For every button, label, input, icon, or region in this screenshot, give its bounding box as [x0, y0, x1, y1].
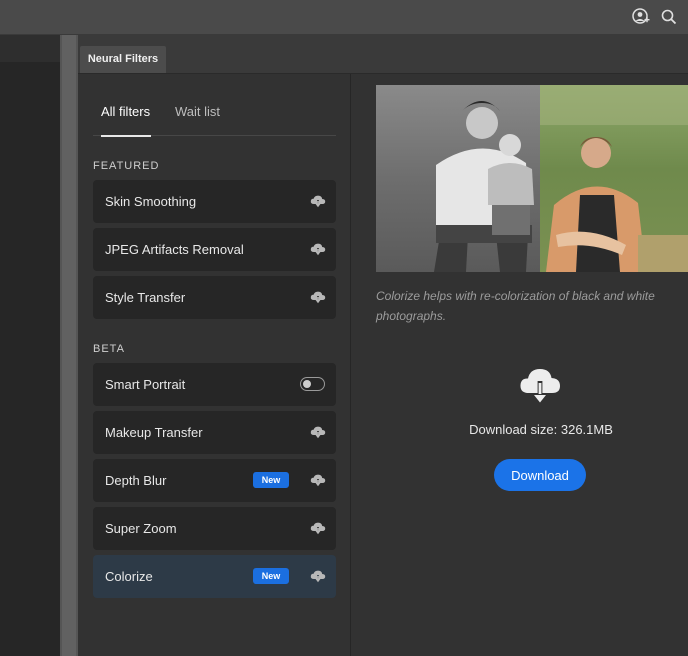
cloud-download-icon[interactable] [310, 570, 326, 583]
filter-description: Colorize helps with re-colorization of b… [376, 289, 655, 323]
filter-item-label: Smart Portrait [105, 377, 186, 392]
cloud-download-icon[interactable] [310, 426, 326, 439]
cloud-download-icon[interactable] [310, 291, 326, 304]
filter-item-label: Makeup Transfer [105, 425, 203, 440]
new-badge: New [253, 568, 289, 584]
filter-item-smart-portrait[interactable]: Smart Portrait [93, 363, 336, 406]
filter-item-makeup-transfer[interactable]: Makeup Transfer [93, 411, 336, 454]
filter-item-colorize[interactable]: Colorize New [93, 555, 336, 598]
filter-item-label: Super Zoom [105, 521, 177, 536]
filter-item-label: Depth Blur [105, 473, 167, 488]
filters-sidebar: All filters Wait list FEATURED Skin Smoo… [78, 74, 351, 656]
download-size-text: Download size: 326.1MB [469, 422, 613, 437]
filter-item-jpeg-artifacts-removal[interactable]: JPEG Artifacts Removal [93, 228, 336, 271]
cloud-download-icon[interactable] [310, 195, 326, 208]
new-badge: New [253, 472, 289, 488]
filter-detail-pane: Colorize helps with re-colorization of b… [351, 74, 688, 656]
download-button[interactable]: Download [494, 459, 586, 491]
tab-wait-list[interactable]: Wait list [175, 104, 220, 119]
filter-item-style-transfer[interactable]: Style Transfer [93, 276, 336, 319]
cloud-download-icon[interactable] [310, 243, 326, 256]
colorize-preview-image [376, 85, 688, 272]
cloud-download-icon[interactable] [310, 474, 326, 487]
filter-item-label: Colorize [105, 569, 153, 584]
panel-tab-neural-filters[interactable]: Neural Filters [80, 46, 166, 73]
tab-all-filters[interactable]: All filters [101, 104, 150, 119]
search-icon[interactable] [660, 8, 678, 26]
toggle-knob [303, 379, 311, 388]
workspace-tab-band [0, 35, 60, 63]
filter-item-skin-smoothing[interactable]: Skin Smoothing [93, 180, 336, 223]
scrollbar-thumb[interactable] [62, 35, 76, 656]
section-label-featured: FEATURED [93, 160, 160, 172]
section-label-beta: BETA [93, 343, 125, 355]
cloud-download-icon[interactable] [310, 522, 326, 535]
filter-item-label: Skin Smoothing [105, 194, 197, 209]
smart-portrait-toggle[interactable] [300, 377, 325, 391]
workspace-scrollbar[interactable] [60, 35, 78, 656]
app-top-bar [0, 0, 688, 35]
workspace-edge [0, 35, 60, 656]
filter-item-label: Style Transfer [105, 290, 186, 305]
user-add-icon[interactable] [632, 8, 650, 26]
filter-item-depth-blur[interactable]: Depth Blur New [93, 459, 336, 502]
active-tab-indicator [101, 135, 151, 137]
workspace-canvas-area [0, 63, 60, 656]
panel-tab-bar: Neural Filters [78, 35, 688, 74]
filter-item-label: JPEG Artifacts Removal [105, 242, 244, 257]
cloud-download-large-icon [520, 369, 560, 404]
filter-item-super-zoom[interactable]: Super Zoom [93, 507, 336, 550]
